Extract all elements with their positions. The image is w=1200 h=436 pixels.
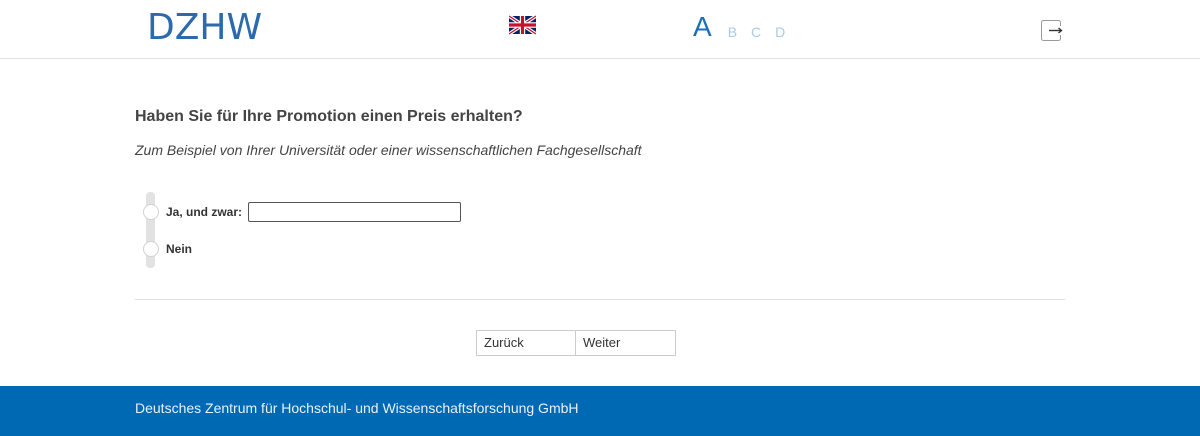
progress-step-d: D	[775, 24, 786, 40]
progress-step-b: B	[727, 24, 738, 40]
back-button[interactable]: Zurück	[476, 330, 576, 356]
uk-flag-icon[interactable]	[509, 15, 536, 35]
radio-ja[interactable]	[143, 204, 159, 220]
progress-step-a: A	[693, 11, 712, 42]
dzhw-logo: DZHW	[147, 7, 263, 48]
option-label-ja[interactable]: Ja, und zwar:	[166, 204, 242, 220]
question-instruction: Zum Beispiel von Ihrer Universität oder …	[135, 142, 642, 158]
progress-indicator: A B C D	[693, 12, 799, 42]
question-block: Haben Sie für Ihre Promotion einen Preis…	[135, 106, 1065, 160]
footer-text: Deutsches Zentrum für Hochschul- und Wis…	[135, 400, 579, 416]
radio-nein[interactable]	[143, 241, 159, 257]
question-title: Haben Sie für Ihre Promotion einen Preis…	[135, 108, 523, 125]
option-label-nein[interactable]: Nein	[166, 241, 192, 257]
next-button[interactable]: Weiter	[576, 330, 676, 356]
ja-text-input[interactable]	[248, 202, 461, 222]
answer-options: Ja, und zwar: Nein	[143, 192, 646, 272]
navigation-buttons: Zurück Weiter	[476, 330, 676, 356]
progress-step-c: C	[751, 24, 762, 40]
footer: Deutsches Zentrum für Hochschul- und Wis…	[0, 386, 1200, 436]
divider	[135, 299, 1065, 300]
exit-icon[interactable]	[1041, 20, 1063, 41]
header: DZHW A B C D	[0, 0, 1200, 59]
